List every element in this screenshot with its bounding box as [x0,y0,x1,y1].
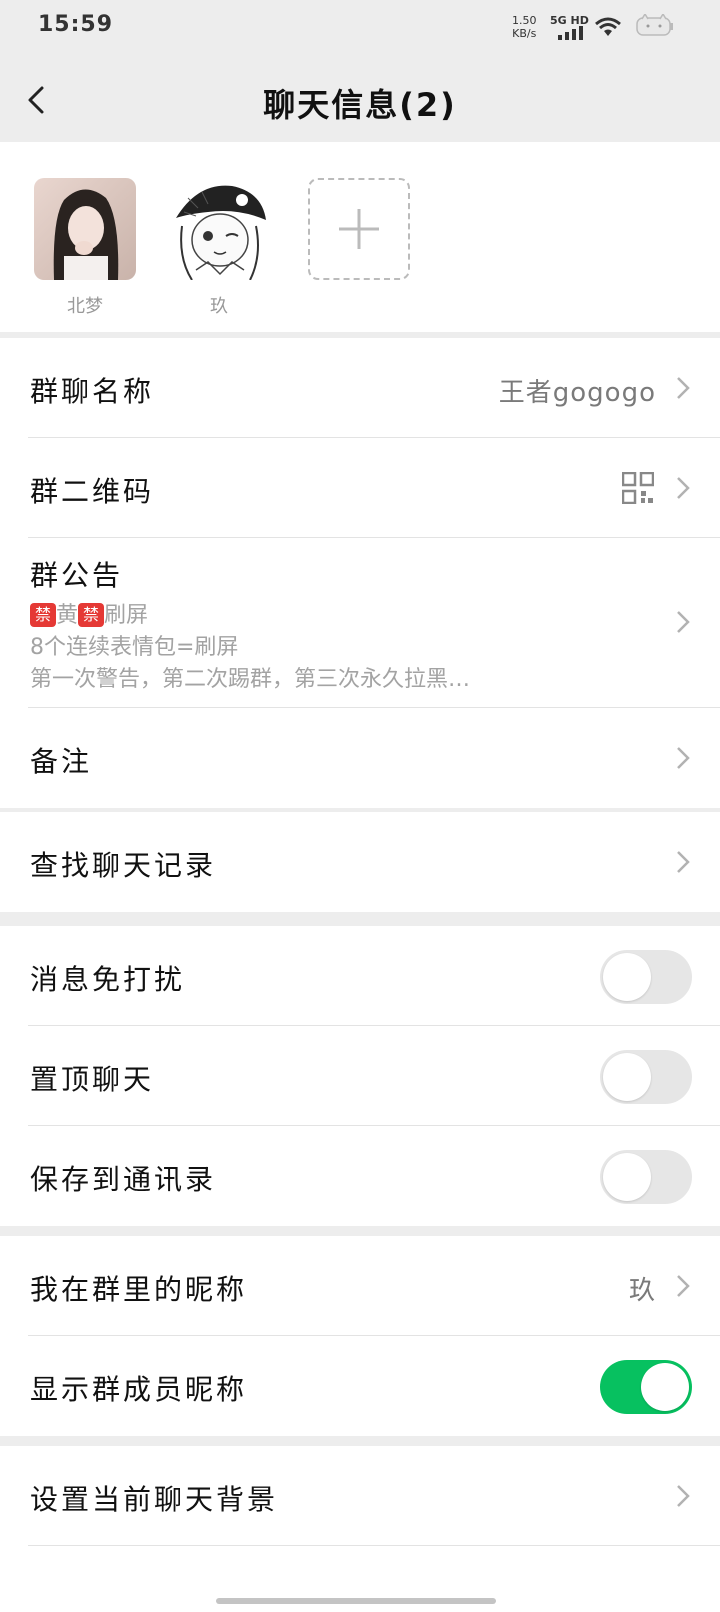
my-nickname-row[interactable]: 我在群里的昵称 玖 [0,1236,720,1336]
notice-content: 禁黄禁刷屏 8个连续表情包=刷屏 第一次警告，第二次踢群，第三次永久拉黑… [30,602,471,692]
group-name-value: 王者gogogo [498,378,656,408]
qrcode-icon [622,472,654,504]
chat-background-label: 设置当前聊天背景 [30,1483,279,1516]
net-speed: 1.50 KB/s [512,14,537,40]
avatar [168,178,270,281]
my-nickname-value: 玖 [628,1276,656,1306]
member-name: 北梦 [67,296,103,317]
mute-row: 消息免打扰 [0,926,720,1026]
chevron-right-icon [677,747,690,769]
remark-label: 备注 [30,745,93,778]
group-name-row[interactable]: 群聊名称 王者gogogo [0,338,720,438]
show-nicknames-label: 显示群成员昵称 [30,1373,248,1406]
wifi-icon [595,17,621,36]
chevron-right-icon [677,477,690,499]
show-nicknames-row: 显示群成员昵称 [0,1336,720,1436]
ban-emoji: 禁 [78,602,105,627]
search-history-label: 查找聊天记录 [30,849,217,882]
chevron-right-icon [677,851,690,873]
notice-label: 群公告 [30,559,124,592]
mute-toggle[interactable] [600,950,692,1004]
member-list: 北梦 玖 [0,142,720,332]
chevron-right-icon [677,1485,690,1507]
qrcode-label: 群二维码 [30,475,155,508]
pin-row: 置顶聊天 [0,1026,720,1126]
chevron-right-icon [677,377,690,399]
pin-label: 置顶聊天 [30,1063,155,1096]
home-indicator[interactable] [216,1598,496,1604]
toggle-section: 消息免打扰 置顶聊天 保存到通讯录 [0,926,720,1226]
nickname-section: 我在群里的昵称 玖 显示群成员昵称 [0,1236,720,1436]
status-bar: 15:59 1.50 KB/s 5G HD [0,0,720,58]
chat-background-row[interactable]: 设置当前聊天背景 [0,1446,720,1546]
member-name: 玖 [210,296,228,317]
search-history-row[interactable]: 查找聊天记录 [0,812,720,912]
mute-label: 消息免打扰 [30,963,186,996]
avatar [34,178,136,280]
pin-toggle[interactable] [600,1050,692,1104]
signal-icon [558,26,583,40]
page-title: 聊天信息(2) [263,86,457,124]
add-member-button[interactable] [308,178,410,280]
member-item[interactable]: 玖 [168,178,270,318]
save-contacts-row: 保存到通讯录 [0,1126,720,1226]
background-section: 设置当前聊天背景 [0,1446,720,1612]
chevron-right-icon [677,611,690,633]
show-nicknames-toggle[interactable] [600,1360,692,1414]
ban-emoji: 禁 [30,602,56,627]
battery-icon [636,14,673,36]
save-contacts-label: 保存到通讯录 [30,1163,217,1196]
member-item[interactable]: 北梦 [34,178,136,318]
group-notice-row[interactable]: 群公告 禁黄禁刷屏 8个连续表情包=刷屏 第一次警告，第二次踢群，第三次永久拉黑… [0,538,720,708]
group-info-section: 群聊名称 王者gogogo 群二维码 群公告 禁黄禁刷屏 8个连续表情包=刷屏 … [0,338,720,808]
remark-row[interactable]: 备注 [0,708,720,808]
group-name-label: 群聊名称 [30,375,155,408]
search-section: 查找聊天记录 [0,812,720,912]
divider [28,1545,720,1546]
nav-bar: 聊天信息(2) [0,58,720,142]
save-contacts-toggle[interactable] [600,1150,692,1204]
plus-icon [339,209,379,249]
chevron-right-icon [677,1275,690,1297]
status-time: 15:59 [38,12,114,37]
qrcode-row[interactable]: 群二维码 [0,438,720,538]
my-nickname-label: 我在群里的昵称 [30,1273,248,1306]
